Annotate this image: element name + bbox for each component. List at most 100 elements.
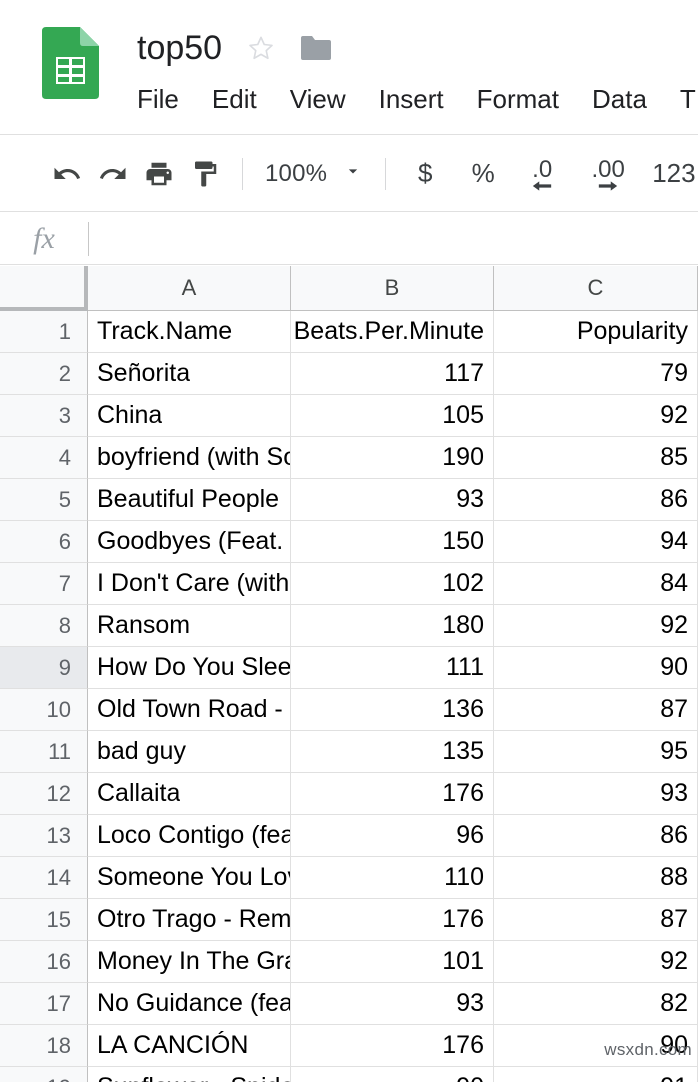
cell-B15[interactable]: 176 [291,899,494,941]
cell-C1[interactable]: Popularity [494,311,698,353]
cell-B18[interactable]: 176 [291,1025,494,1067]
cell-A9[interactable]: How Do You Sleep? [88,647,291,689]
cell-B11[interactable]: 135 [291,731,494,773]
cell-A6[interactable]: Goodbyes (Feat. Young Thug) [88,521,291,563]
sheets-document-icon[interactable] [42,27,99,99]
cell-C19[interactable]: 91 [494,1067,698,1082]
cell-A11[interactable]: bad guy [88,731,291,773]
row-header-8[interactable]: 8 [0,605,88,647]
row-header-7[interactable]: 7 [0,563,88,605]
cell-C2[interactable]: 79 [494,353,698,395]
cell-C14[interactable]: 88 [494,857,698,899]
row-header-6[interactable]: 6 [0,521,88,563]
folder-icon[interactable] [300,35,332,61]
cell-B9[interactable]: 111 [291,647,494,689]
row-header-2[interactable]: 2 [0,353,88,395]
star-outline-icon[interactable] [246,33,276,63]
paint-format-icon[interactable] [182,151,228,197]
cell-B16[interactable]: 101 [291,941,494,983]
cell-A12[interactable]: Callaita [88,773,291,815]
row-header-17[interactable]: 17 [0,983,88,1025]
cell-A7[interactable]: I Don't Care (with Justin Bieber) [88,563,291,605]
menu-item-view[interactable]: View [290,82,346,116]
cell-A16[interactable]: Money In The Grave [88,941,291,983]
cell-B2[interactable]: 117 [291,353,494,395]
cell-B1[interactable]: Beats.Per.Minute [291,311,494,353]
row-header-10[interactable]: 10 [0,689,88,731]
cell-A19[interactable]: Sunflower - Spider-Man [88,1067,291,1082]
row-header-13[interactable]: 13 [0,815,88,857]
select-all-corner[interactable] [0,266,88,311]
row-header-1[interactable]: 1 [0,311,88,353]
row-header-15[interactable]: 15 [0,899,88,941]
row-header-4[interactable]: 4 [0,437,88,479]
cell-A2[interactable]: Señorita [88,353,291,395]
number-format-button[interactable]: 123 [652,158,695,189]
cell-B19[interactable]: 90 [291,1067,494,1082]
cell-A3[interactable]: China [88,395,291,437]
undo-icon[interactable] [44,151,90,197]
percent-format-button[interactable]: % [458,151,508,197]
cell-C8[interactable]: 92 [494,605,698,647]
cell-C9[interactable]: 90 [494,647,698,689]
cell-A18[interactable]: LA CANCIÓN [88,1025,291,1067]
cell-A10[interactable]: Old Town Road - Remix [88,689,291,731]
cell-B6[interactable]: 150 [291,521,494,563]
cell-A8[interactable]: Ransom [88,605,291,647]
cell-B17[interactable]: 93 [291,983,494,1025]
menu-item-format[interactable]: Format [477,82,559,116]
cell-C6[interactable]: 94 [494,521,698,563]
cell-C4[interactable]: 85 [494,437,698,479]
cell-C5[interactable]: 86 [494,479,698,521]
cell-B10[interactable]: 136 [291,689,494,731]
row-header-18[interactable]: 18 [0,1025,88,1067]
menu-item-data[interactable]: Data [592,82,647,116]
cell-A4[interactable]: boyfriend (with Social House) [88,437,291,479]
cell-C7[interactable]: 84 [494,563,698,605]
cell-A14[interactable]: Someone You Loved [88,857,291,899]
row-header-3[interactable]: 3 [0,395,88,437]
cell-C16[interactable]: 92 [494,941,698,983]
cell-C11[interactable]: 95 [494,731,698,773]
column-header-b[interactable]: B [291,266,494,311]
cell-B8[interactable]: 180 [291,605,494,647]
column-header-c[interactable]: C [494,266,698,311]
row-header-11[interactable]: 11 [0,731,88,773]
cell-A5[interactable]: Beautiful People [88,479,291,521]
formula-input[interactable] [89,213,698,264]
cell-B12[interactable]: 176 [291,773,494,815]
row-header-9[interactable]: 9 [0,647,88,689]
cell-B3[interactable]: 105 [291,395,494,437]
cell-B13[interactable]: 96 [291,815,494,857]
increase-decimal-button[interactable]: .00 [578,151,638,197]
redo-icon[interactable] [90,151,136,197]
cell-B4[interactable]: 190 [291,437,494,479]
cell-A17[interactable]: No Guidance (feat. Drake) [88,983,291,1025]
menu-item-file[interactable]: File [137,82,179,116]
decrease-decimal-button[interactable]: .0 [516,151,568,197]
cell-B14[interactable]: 110 [291,857,494,899]
cell-C15[interactable]: 87 [494,899,698,941]
cell-A1[interactable]: Track.Name [88,311,291,353]
cell-C17[interactable]: 82 [494,983,698,1025]
row-header-16[interactable]: 16 [0,941,88,983]
cell-C12[interactable]: 93 [494,773,698,815]
cell-C13[interactable]: 86 [494,815,698,857]
row-header-5[interactable]: 5 [0,479,88,521]
print-icon[interactable] [136,151,182,197]
zoom-control[interactable]: 100% [257,152,371,196]
menu-item-edit[interactable]: Edit [212,82,257,116]
column-header-a[interactable]: A [88,266,291,311]
cell-C10[interactable]: 87 [494,689,698,731]
cell-B7[interactable]: 102 [291,563,494,605]
cell-A15[interactable]: Otro Trago - Remix [88,899,291,941]
cell-C3[interactable]: 92 [494,395,698,437]
menu-item-insert[interactable]: Insert [379,82,444,116]
row-header-12[interactable]: 12 [0,773,88,815]
menu-item-tools[interactable]: T [680,82,696,116]
cell-A13[interactable]: Loco Contigo (feat. J. Balvin) [88,815,291,857]
row-header-14[interactable]: 14 [0,857,88,899]
currency-format-button[interactable]: $ [400,151,450,197]
cell-B5[interactable]: 93 [291,479,494,521]
row-header-19[interactable]: 19 [0,1067,88,1082]
